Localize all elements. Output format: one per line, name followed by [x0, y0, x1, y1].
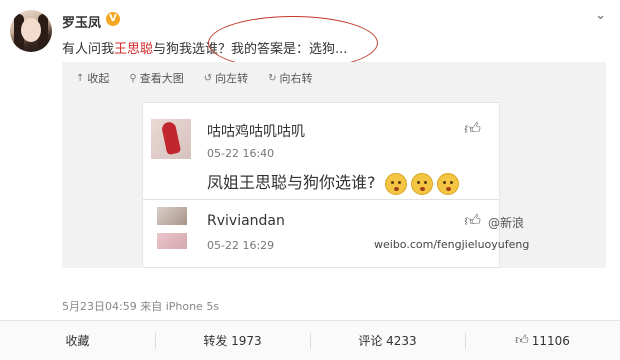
emoji-icon	[410, 172, 433, 195]
favorite-button[interactable]: 收藏	[0, 321, 155, 360]
favorite-label: 收藏	[65, 334, 90, 348]
post-text-prefix: 有人问我	[62, 42, 115, 57]
like-button[interactable]: 👍︎ 11106	[465, 321, 620, 360]
action-bar: 收藏 转发 1973 评论 4233 👍︎ 11106	[0, 320, 620, 360]
user-avatar[interactable]	[10, 10, 52, 52]
view-large-label: 查看大图	[139, 72, 184, 85]
comment-avatar	[151, 119, 191, 159]
comment-body: 凤姐王思聪与狗你选谁?	[207, 173, 376, 192]
repost-button[interactable]: 转发 1973	[155, 321, 310, 360]
rotate-right-label: 向右转	[279, 72, 313, 85]
image-toolbar: ↑ 收起 ⚲ 查看大图 ↺ 向左转 ↻ 向右转	[76, 70, 313, 86]
rotate-right-button[interactable]: ↻ 向右转	[268, 70, 312, 86]
comment-text: 凤姐王思聪与狗你选谁?	[207, 169, 459, 195]
rotate-left-label: 向左转	[215, 72, 249, 85]
collapse-icon: ↑	[76, 72, 85, 84]
collapse-label: 收起	[87, 72, 110, 85]
watermark-logo: @新浪	[488, 216, 525, 230]
comment-time: 05-22 16:29	[207, 239, 275, 252]
repost-label: 转发 1973	[203, 334, 262, 348]
username[interactable]: 罗玉凤	[62, 12, 101, 31]
comment-time: 05-22 16:40	[207, 147, 275, 160]
comment-author: 咕咕鸡咕叽咕叽	[207, 124, 305, 140]
comment-avatar	[157, 207, 187, 225]
mention-link[interactable]: 王思聪	[114, 42, 153, 57]
view-large-button[interactable]: ⚲ 查看大图	[129, 70, 183, 86]
rotate-left-icon: ↺	[203, 72, 213, 84]
thumbs-up-icon: 👍︎	[515, 333, 529, 348]
collapse-button[interactable]: ↑ 收起	[76, 70, 109, 86]
divider	[143, 199, 499, 200]
watermark-url: weibo.com/fengjieluoyufeng	[374, 238, 530, 251]
chevron-down-icon[interactable]: ⌄	[595, 8, 606, 23]
rotate-right-icon: ↻	[268, 72, 277, 84]
vip-badge-icon: V	[106, 12, 120, 26]
rotate-left-button[interactable]: ↺ 向左转	[204, 70, 248, 86]
thumbs-up-icon: 👍︎	[464, 211, 481, 230]
comment-label: 评论 4233	[358, 334, 417, 348]
comment-button[interactable]: 评论 4233	[310, 321, 465, 360]
thumbs-up-icon: 👍︎	[464, 119, 481, 138]
like-count: 11106	[531, 333, 570, 348]
emoji-icon	[384, 172, 407, 195]
comment-avatar	[157, 233, 187, 249]
comment-author: Rviviandan	[207, 213, 285, 229]
zoom-icon: ⚲	[129, 72, 137, 84]
post-meta: 5月23日04:59 来自 iPhone 5s	[62, 300, 220, 313]
emoji-icon	[436, 172, 459, 195]
